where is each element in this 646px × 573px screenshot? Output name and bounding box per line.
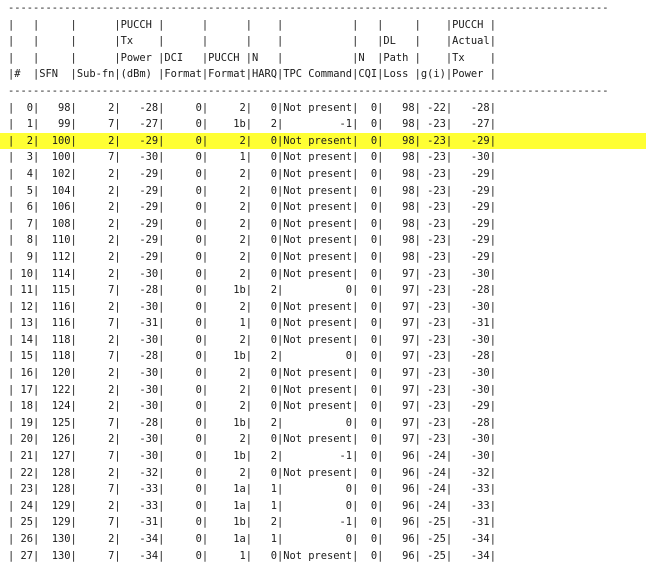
separator-line: ----------------------------------------… xyxy=(8,84,609,97)
table-row: | 7| 108| 2| -29| 0| 2| 0|Not present| 0… xyxy=(8,217,496,230)
table-row: | 16| 120| 2| -30| 0| 2| 0|Not present| … xyxy=(8,367,496,380)
separator-line: ----------------------------------------… xyxy=(8,2,609,14)
table-row: | 23| 128| 7| -33| 0| 1a| 1| 0| 0| 96| -… xyxy=(8,483,496,496)
table-row: | 11| 115| 7| -28| 0| 1b| 2| 0| 0| 97| -… xyxy=(8,284,496,297)
table-row: | 21| 127| 7| -30| 0| 1b| 2| -1| 0| 96| … xyxy=(8,450,496,463)
table-row: | 20| 126| 2| -30| 0| 2| 0|Not present| … xyxy=(8,433,496,446)
table-row: | 12| 116| 2| -30| 0| 2| 0|Not present| … xyxy=(8,300,496,313)
table-row: | 4| 102| 2| -29| 0| 2| 0|Not present| 0… xyxy=(8,167,496,180)
table-row: | 5| 104| 2| -29| 0| 2| 0|Not present| 0… xyxy=(8,184,496,197)
table-header-line: |# |SFN |Sub-fn|(dBm) |Format|Format|HAR… xyxy=(8,68,496,81)
table-row: | 9| 112| 2| -29| 0| 2| 0|Not present| 0… xyxy=(8,250,496,263)
table-row: | 3| 100| 7| -30| 0| 1| 0|Not present| 0… xyxy=(8,151,496,164)
table-row: | 25| 129| 7| -31| 0| 1b| 2| -1| 0| 96| … xyxy=(8,516,496,529)
table-header-line: | | | |Power |DCI |PUCCH |N | |N |Path |… xyxy=(8,51,496,64)
table-row: | 19| 125| 7| -28| 0| 1b| 2| 0| 0| 97| -… xyxy=(8,416,496,429)
table-header-line: | | | |Tx | | | | | |DL | |Actual| xyxy=(8,35,496,48)
table-row: | 14| 118| 2| -30| 0| 2| 0|Not present| … xyxy=(8,333,496,346)
table-row: | 2| 100| 2| -29| 0| 2| 0|Not present| 0… xyxy=(0,132,646,150)
table-row: | 26| 130| 2| -34| 0| 1a| 1| 0| 0| 96| -… xyxy=(8,533,496,545)
table-row: | 24| 129| 2| -33| 0| 1a| 1| 0| 0| 96| -… xyxy=(8,499,496,512)
table-row: | 8| 110| 2| -29| 0| 2| 0|Not present| 0… xyxy=(8,234,496,247)
table-row: | 22| 128| 2| -32| 0| 2| 0|Not present| … xyxy=(8,466,496,479)
table-row: | 13| 116| 7| -31| 0| 1| 0|Not present| … xyxy=(8,317,496,330)
table-row: | 15| 118| 7| -28| 0| 1b| 2| 0| 0| 97| -… xyxy=(8,350,496,363)
table-row: | 18| 124| 2| -30| 0| 2| 0|Not present| … xyxy=(8,400,496,413)
table-row: | 0| 98| 2| -28| 0| 2| 0|Not present| 0|… xyxy=(8,101,496,114)
table-header-line: | | | |PUCCH | | | | | | | |PUCCH | xyxy=(8,18,496,31)
table-row: | 6| 106| 2| -29| 0| 2| 0|Not present| 0… xyxy=(8,201,496,214)
table-row: | 10| 114| 2| -30| 0| 2| 0|Not present| … xyxy=(8,267,496,280)
pucch-log-table: ----------------------------------------… xyxy=(0,0,646,564)
table-row: | 17| 122| 2| -30| 0| 2| 0|Not present| … xyxy=(8,383,496,396)
table-row: | 27| 130| 7| -34| 0| 1| 0|Not present| … xyxy=(8,549,496,562)
table-row: | 1| 99| 7| -27| 0| 1b| 2| -1| 0| 98| -2… xyxy=(8,118,496,131)
